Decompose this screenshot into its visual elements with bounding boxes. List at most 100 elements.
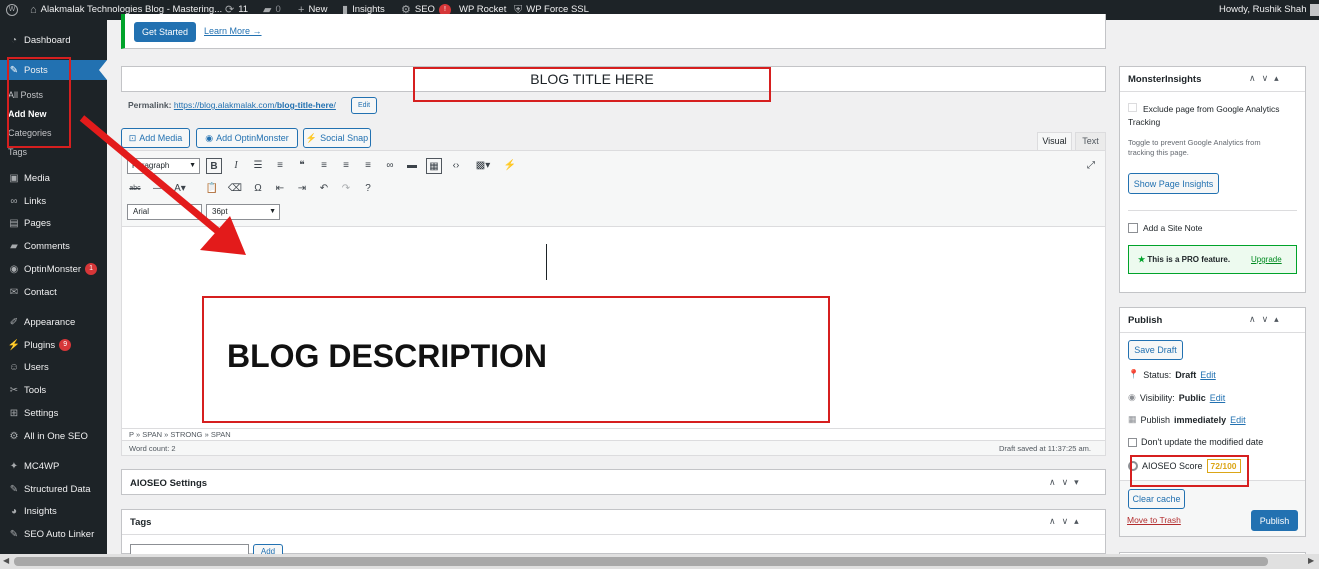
save-draft-button[interactable]: Save Draft: [1128, 340, 1183, 360]
sidebar-item-settings[interactable]: ⊞ Settings: [0, 403, 107, 423]
align-right-icon[interactable]: ≡: [360, 158, 376, 174]
sidebar-item-tools[interactable]: ✂ Tools: [0, 380, 107, 400]
aioseo-settings-title: AIOSEO Settings: [130, 478, 208, 489]
active-arrow: [99, 60, 107, 80]
media-icon: ▣: [9, 172, 19, 184]
status-row: 📍 Status: Draft Edit: [1128, 369, 1216, 380]
tags-input[interactable]: [130, 544, 249, 554]
tab-text[interactable]: Text: [1075, 132, 1106, 150]
visibility-edit-link[interactable]: Edit: [1210, 393, 1226, 403]
sidebar-item-users[interactable]: ☺ Users: [0, 357, 107, 377]
link-icon: ∞: [10, 195, 18, 207]
users-icon: ☺: [8, 361, 20, 373]
social-snap-button[interactable]: ⚡ Social Snap: [303, 128, 371, 148]
social-snap-icon: ⚡: [305, 132, 318, 143]
scroll-right-icon[interactable]: ▶: [1308, 556, 1314, 565]
eye-icon: ◉: [1128, 392, 1136, 402]
clear-cache-button[interactable]: Clear cache: [1128, 489, 1185, 509]
admin-notice: [121, 14, 1106, 49]
pro-feature-text: ★ This is a PRO feature.: [1138, 255, 1231, 264]
read-more-icon[interactable]: ▬: [404, 158, 420, 174]
sidebar-item-insights[interactable]: ◕ Insights: [0, 501, 107, 521]
word-count: Word count: 2: [129, 444, 176, 453]
redo-icon[interactable]: ↷: [338, 181, 354, 197]
social-snap-icon[interactable]: ⚡: [502, 158, 518, 174]
chevron-down-icon: ▼: [269, 208, 276, 215]
publish-date-row: ▦ Publish immediately Edit: [1128, 414, 1246, 425]
box-controls[interactable]: ∧∨▴: [1249, 314, 1285, 325]
blockquote-icon[interactable]: ❝: [294, 158, 310, 174]
sidebar-item-seo-auto-linker[interactable]: ✎ SEO Auto Linker: [0, 524, 107, 544]
move-to-trash-link[interactable]: Move to Trash: [1127, 515, 1181, 525]
sidebar-item-plugins[interactable]: ⚡ Plugins 9: [0, 335, 107, 355]
code-icon[interactable]: ‹›: [448, 158, 464, 174]
publish-date-edit-link[interactable]: Edit: [1230, 415, 1246, 425]
annotation-posts-highlight: [7, 57, 71, 148]
pin-icon: ✎: [9, 528, 19, 540]
align-left-icon[interactable]: ≡: [316, 158, 332, 174]
box-controls[interactable]: ∧∨▴: [1049, 516, 1085, 527]
aioseo-settings-box[interactable]: [121, 469, 1106, 495]
box-controls[interactable]: ∧∨▴: [1249, 73, 1285, 84]
indent-icon[interactable]: ⇥: [294, 181, 310, 197]
tab-visual[interactable]: Visual: [1037, 132, 1072, 150]
align-center-icon[interactable]: ≡: [338, 158, 354, 174]
outdent-icon[interactable]: ⇤: [272, 181, 288, 197]
divider: [1120, 91, 1305, 92]
divider: [122, 534, 1105, 535]
annotation-description-highlight: [202, 296, 830, 423]
aioseo-icon: ⚙: [9, 430, 19, 442]
sidebar-item-structured-data[interactable]: ✎ Structured Data: [0, 479, 107, 499]
dashboard-icon: ◔: [10, 34, 18, 46]
dont-update-checkbox[interactable]: [1128, 437, 1137, 447]
divider: [1128, 210, 1297, 211]
brush-icon: ✐: [9, 316, 19, 328]
add-site-note-checkbox[interactable]: [1128, 223, 1138, 233]
monsterinsights-title: MonsterInsights: [1128, 74, 1202, 85]
exclude-tracking-label: Exclude page from Google Analytics Track…: [1128, 104, 1280, 127]
sidebar-item-contact[interactable]: ✉ Contact: [0, 282, 107, 302]
divider: [1120, 332, 1305, 333]
calendar-icon: ▦: [1128, 414, 1137, 424]
arrow-shaft: [79, 115, 223, 236]
sidebar-item-mc4wp[interactable]: ✦ MC4WP: [0, 456, 107, 476]
user-account-link[interactable]: Howdy, Rushik Shah: [1219, 0, 1319, 20]
draft-saved-status: Draft saved at 11:37:25 am.: [999, 444, 1091, 453]
mc4wp-icon: ✦: [9, 460, 19, 472]
help-icon[interactable]: ?: [360, 181, 376, 197]
scroll-left-icon[interactable]: ◀: [3, 556, 9, 565]
learn-more-link[interactable]: Learn More →: [204, 26, 262, 36]
toolbar-toggle-icon[interactable]: ▦: [426, 158, 442, 174]
add-tag-button[interactable]: Add: [253, 544, 283, 554]
shortcode-icon[interactable]: ▩▾: [472, 158, 494, 174]
sidebar-item-appearance[interactable]: ✐ Appearance: [0, 312, 107, 332]
pin-icon: ✎: [9, 483, 19, 495]
add-site-note-label: Add a Site Note: [1143, 223, 1203, 233]
sidebar-item-dashboard[interactable]: ◔ Dashboard: [0, 30, 107, 50]
wordpress-logo-icon[interactable]: W: [6, 0, 18, 20]
divider: [122, 428, 1105, 429]
box-controls[interactable]: ∧∨▾: [1049, 477, 1085, 488]
annotation-aioseo-highlight: [1130, 455, 1249, 487]
star-icon: ★: [1138, 255, 1146, 264]
fullscreen-icon[interactable]: ⤢: [1083, 158, 1099, 174]
status-edit-link[interactable]: Edit: [1200, 370, 1216, 380]
upgrade-link[interactable]: Upgrade: [1251, 255, 1282, 264]
plugin-icon: ⚡: [7, 339, 21, 351]
publish-button[interactable]: Publish: [1251, 510, 1298, 531]
permalink-edit-button[interactable]: Edit: [351, 97, 377, 114]
show-page-insights-button[interactable]: Show Page Insights: [1128, 173, 1219, 194]
visibility-row: ◉ Visibility: Public Edit: [1128, 392, 1226, 403]
avatar: [1310, 4, 1319, 16]
optinmonster-icon: ◉: [9, 263, 19, 275]
get-started-button[interactable]: Get Started: [134, 22, 196, 42]
numbered-list-icon[interactable]: ≡: [272, 158, 288, 174]
settings-icon: ⊞: [9, 407, 19, 419]
link-icon[interactable]: ∞: [382, 158, 398, 174]
submenu-tags[interactable]: Tags: [8, 147, 27, 157]
scrollbar-thumb[interactable]: [14, 557, 1268, 566]
undo-icon[interactable]: ↶: [316, 181, 332, 197]
tracking-help-text: Toggle to prevent Google Analytics from …: [1128, 138, 1261, 157]
annotation-title-highlight: [413, 67, 771, 102]
sidebar-item-all-in-one-seo[interactable]: ⚙ All in One SEO: [0, 426, 107, 446]
